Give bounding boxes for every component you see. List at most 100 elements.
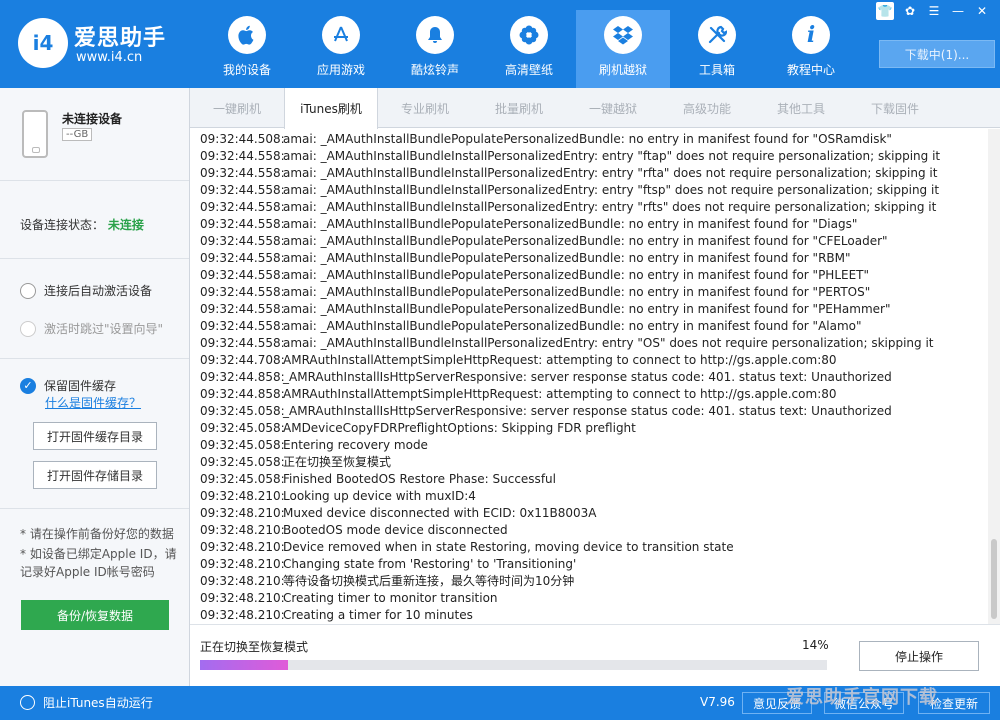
nav-wallpapers[interactable]: 高清壁纸 — [482, 10, 576, 88]
log-line: 09:32:44.558:amai: _AMAuthInstallBundleP… — [200, 284, 988, 301]
divider — [0, 180, 189, 181]
log-timestamp: 09:32:48.210: — [200, 489, 285, 503]
backup-restore-button[interactable]: 备份/恢复数据 — [21, 600, 169, 630]
note-apple-id: * 如设备已绑定Apple ID，请记录好Apple ID帐号密码 — [20, 547, 177, 579]
main-nav: 我的设备 应用游戏 酷炫铃声 高清壁纸 刷机越狱 工具箱 i 教程中心 — [200, 10, 858, 88]
open-cache-dir-button[interactable]: 打开固件缓存目录 — [33, 422, 157, 450]
divider — [0, 258, 189, 259]
radio-icon[interactable] — [20, 695, 35, 710]
log-timestamp: 09:32:44.558: — [200, 285, 285, 299]
nav-label: 应用游戏 — [316, 63, 365, 77]
stop-button[interactable]: 停止操作 — [859, 641, 979, 671]
apple-icon — [228, 16, 266, 54]
log-message: Entering recovery mode — [283, 438, 428, 452]
radio-icon[interactable] — [20, 282, 36, 299]
log-timestamp: 09:32:44.558: — [200, 336, 285, 350]
skip-setup-option[interactable]: 激活时跳过"设置向导" — [20, 320, 163, 337]
log-timestamp: 09:32:44.858: — [200, 370, 285, 384]
nav-label: 酷炫铃声 — [410, 63, 459, 77]
log-line: 09:32:44.708:AMRAuthInstallAttemptSimple… — [200, 352, 988, 369]
tab-other-tools[interactable]: 其他工具 — [754, 88, 848, 128]
log-timestamp: 09:32:44.558: — [200, 200, 285, 214]
brand-url: www.i4.cn — [76, 50, 143, 65]
note-backup: * 请在操作前备份好您的数据 — [20, 527, 174, 541]
log-timestamp: 09:32:44.858: — [200, 387, 285, 401]
log-line: 09:32:44.558:amai: _AMAuthInstallBundleI… — [200, 335, 988, 352]
log-timestamp: 09:32:44.558: — [200, 268, 285, 282]
log-message: AMDeviceCopyFDRPreflightOptions: Skippin… — [283, 421, 636, 435]
log-line: 09:32:48.210:Muxed device disconnected w… — [200, 505, 988, 522]
log-message: _AMRAuthInstallIsHttpServerResponsive: s… — [283, 370, 892, 384]
log-timestamp: 09:32:44.558: — [200, 183, 285, 197]
sidebar: 未连接设备 --GB 设备连接状态： 未连接 连接后自动激活设备 激活时跳过"设… — [0, 88, 190, 686]
nav-tutorials[interactable]: i 教程中心 — [764, 10, 858, 88]
open-store-dir-button[interactable]: 打开固件存储目录 — [33, 461, 157, 489]
minimize-icon[interactable]: — — [946, 2, 970, 20]
scrollbar-thumb[interactable] — [991, 539, 997, 619]
skin-icon[interactable]: 👕 — [876, 2, 894, 20]
nav-apps-games[interactable]: 应用游戏 — [294, 10, 388, 88]
log-line: 09:32:45.058:Entering recovery mode — [200, 437, 988, 454]
log-message: 等待设备切换模式后重新连接，最久等待时间为10分钟 — [283, 574, 575, 588]
log-line: 09:32:44.508:amai: _AMAuthInstallBundleP… — [200, 131, 988, 148]
log-timestamp: 09:32:45.058: — [200, 438, 285, 452]
nav-ringtones[interactable]: 酷炫铃声 — [388, 10, 482, 88]
log-message: _AMRAuthInstallIsHttpServerResponsive: s… — [283, 404, 892, 418]
log-output[interactable]: 09:32:44.508:amai: _AMAuthInstallBundleP… — [190, 129, 988, 624]
tab-batch-flash[interactable]: 批量刷机 — [472, 88, 566, 128]
log-timestamp: 09:32:44.558: — [200, 166, 285, 180]
log-line: 09:32:44.558:amai: _AMAuthInstallBundleI… — [200, 148, 988, 165]
log-line: 09:32:45.058:AMDeviceCopyFDRPreflightOpt… — [200, 420, 988, 437]
menu-icon[interactable]: ☰ — [922, 2, 946, 20]
dropbox-icon — [604, 16, 642, 54]
progress-fill — [200, 660, 288, 670]
device-storage: --GB — [62, 128, 93, 141]
log-message: AMRAuthInstallAttemptSimpleHttpRequest: … — [283, 353, 837, 367]
log-line: 09:32:44.558:amai: _AMAuthInstallBundleP… — [200, 233, 988, 250]
log-message: amai: _AMAuthInstallBundlePopulatePerson… — [283, 285, 871, 299]
log-scrollbar[interactable] — [988, 129, 1000, 624]
log-message: amai: _AMAuthInstallBundlePopulatePerson… — [283, 217, 858, 231]
app-store-icon — [322, 16, 360, 54]
log-timestamp: 09:32:45.058: — [200, 455, 285, 469]
keep-firmware-option[interactable]: ✓ 保留固件缓存 — [20, 377, 116, 394]
log-line: 09:32:44.558:amai: _AMAuthInstallBundleP… — [200, 301, 988, 318]
checkmark-icon[interactable]: ✓ — [20, 377, 36, 394]
radio-icon[interactable] — [20, 320, 36, 337]
log-message: Creating a timer for 10 minutes — [283, 608, 473, 622]
option-label: 激活时跳过"设置向导" — [44, 322, 164, 336]
block-itunes-option[interactable]: 阻止iTunes自动运行 — [20, 694, 153, 711]
option-label: 阻止iTunes自动运行 — [43, 696, 153, 710]
settings-icon[interactable]: ✿ — [898, 2, 922, 20]
auto-activate-option[interactable]: 连接后自动激活设备 — [20, 282, 152, 299]
nav-flash-jailbreak[interactable]: 刷机越狱 — [576, 10, 670, 88]
i4-logo: i4 — [18, 18, 68, 68]
log-message: 正在切换至恢复模式 — [283, 455, 392, 469]
log-line: 09:32:44.558:amai: _AMAuthInstallBundleI… — [200, 199, 988, 216]
watermark: 爱思助手官网下载 — [786, 687, 938, 708]
log-line: 09:32:44.858:_AMRAuthInstallIsHttpServer… — [200, 369, 988, 386]
nav-toolbox[interactable]: 工具箱 — [670, 10, 764, 88]
tab-advanced[interactable]: 高级功能 — [660, 88, 754, 128]
nav-label: 教程中心 — [786, 63, 835, 77]
log-message: Device removed when in state Restoring, … — [283, 540, 734, 554]
tab-one-click-flash[interactable]: 一键刷机 — [190, 88, 284, 128]
log-message: Looking up device with muxID:4 — [283, 489, 476, 503]
log-message: amai: _AMAuthInstallBundlePopulatePerson… — [283, 319, 862, 333]
log-message: BootedOS mode device disconnected — [283, 523, 508, 537]
tab-download-firmware[interactable]: 下载固件 — [848, 88, 942, 128]
log-line: 09:32:48.210:Creating timer to monitor t… — [200, 590, 988, 607]
firmware-cache-help-link[interactable]: 什么是固件缓存？ — [45, 394, 141, 411]
log-line: 09:32:45.058:正在切换至恢复模式 — [200, 454, 988, 471]
tab-one-click-jailbreak[interactable]: 一键越狱 — [566, 88, 660, 128]
nav-my-device[interactable]: 我的设备 — [200, 10, 294, 88]
log-line: 09:32:44.558:amai: _AMAuthInstallBundleP… — [200, 267, 988, 284]
nav-label: 我的设备 — [222, 63, 271, 77]
log-timestamp: 09:32:45.058: — [200, 404, 285, 418]
tab-pro-flash[interactable]: 专业刷机 — [378, 88, 472, 128]
log-timestamp: 09:32:44.558: — [200, 234, 285, 248]
close-icon[interactable]: ✕ — [970, 2, 994, 20]
tab-itunes-flash[interactable]: iTunes刷机 — [284, 88, 378, 129]
download-button[interactable]: 下载中(1)... — [879, 40, 995, 68]
log-line: 09:32:48.210:Looking up device with muxI… — [200, 488, 988, 505]
